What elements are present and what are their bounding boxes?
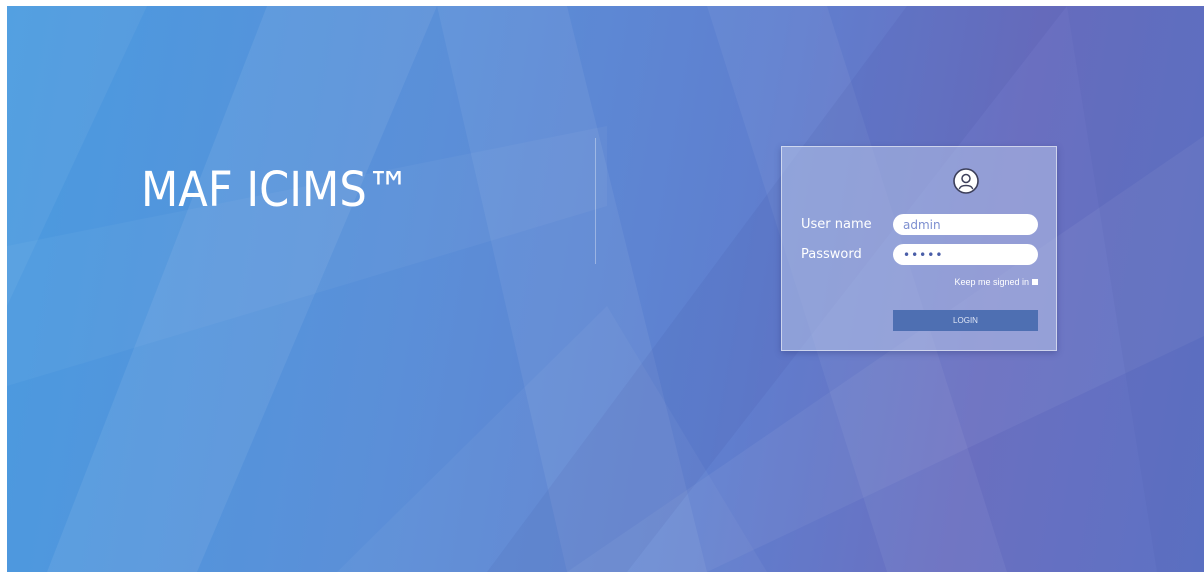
- vertical-divider: [595, 138, 596, 264]
- username-label: User name: [801, 217, 872, 232]
- login-button[interactable]: LOGIN: [893, 310, 1038, 331]
- user-circle-icon: [953, 168, 979, 194]
- password-label: Password: [801, 247, 862, 262]
- app-title: MAF ICIMS™: [141, 162, 410, 218]
- password-input[interactable]: [893, 244, 1038, 265]
- keep-signed-in-checkbox[interactable]: [1032, 279, 1038, 285]
- login-page: MAF ICIMS™ User name Password Keep me si…: [0, 0, 1204, 575]
- keep-signed-in-label: Keep me signed in: [954, 277, 1029, 287]
- username-input[interactable]: [893, 214, 1038, 235]
- keep-signed-in[interactable]: Keep me signed in: [930, 275, 1038, 289]
